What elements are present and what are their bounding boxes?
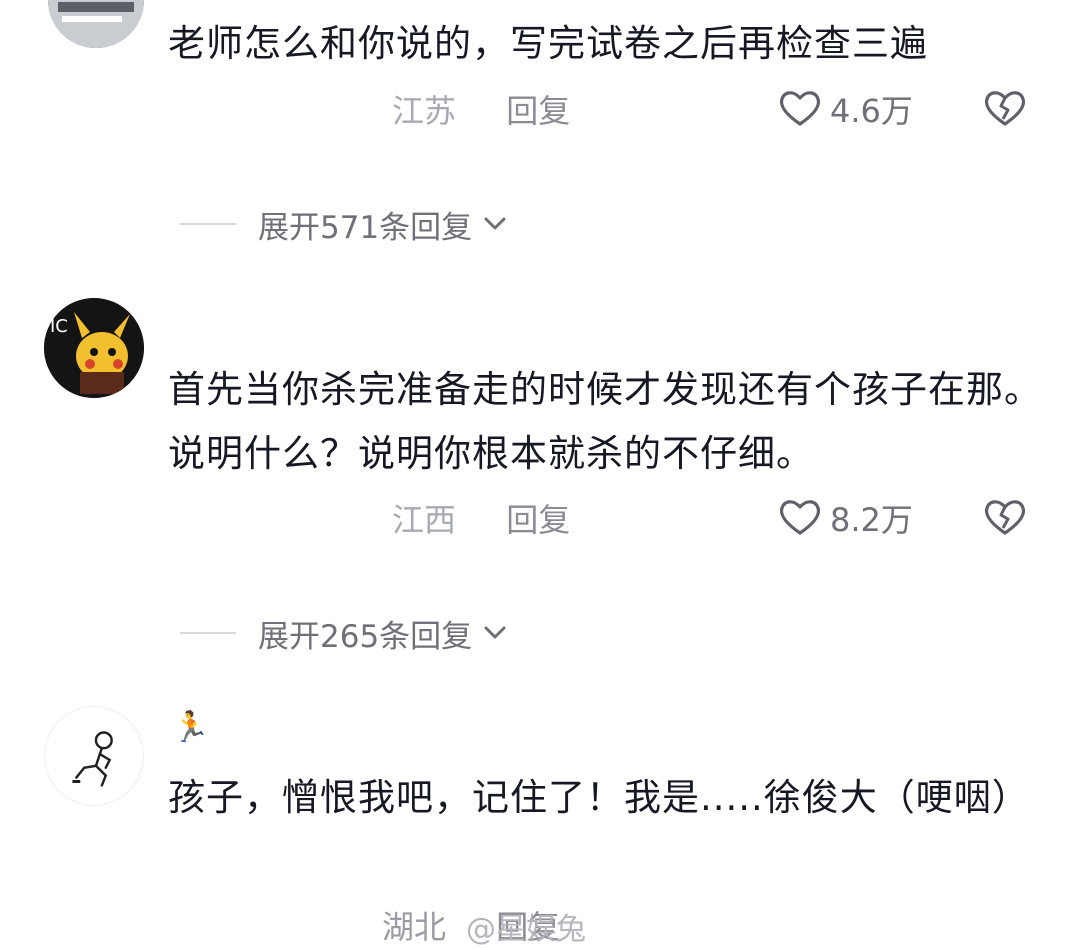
- avatar[interactable]: [44, 706, 144, 806]
- chevron-down-icon: [484, 626, 506, 639]
- expand-replies-label: 展开571条回复: [258, 209, 473, 246]
- divider-line: [180, 223, 236, 225]
- comment-location: 江苏: [392, 92, 457, 130]
- avatar-image: [48, 0, 144, 48]
- expand-replies-label: 展开265条回复: [258, 618, 473, 655]
- reply-button[interactable]: 回复: [506, 501, 570, 539]
- like-button[interactable]: [778, 86, 822, 130]
- like-count: 4.6万: [830, 92, 913, 130]
- avatar[interactable]: IC: [44, 298, 144, 398]
- dislike-button[interactable]: [982, 86, 1028, 130]
- comment-text: 孩子，憎恨我吧，记住了！我是.....徐俊大（哽咽）: [168, 776, 1030, 819]
- expand-replies-button[interactable]: 展开571条回复: [180, 204, 508, 246]
- comment-location: 江西: [392, 501, 457, 539]
- like-count: 8.2万: [830, 501, 913, 539]
- expand-replies-button[interactable]: 展开265条回复: [180, 613, 508, 655]
- watermark: @星娱兔: [466, 912, 586, 947]
- comment-location: 湖北: [382, 908, 447, 946]
- avatar-image: IC: [44, 298, 144, 398]
- like-button[interactable]: [778, 495, 822, 539]
- divider-line: [180, 632, 236, 634]
- heart-outline-icon: [779, 500, 821, 535]
- broken-heart-icon: [984, 91, 1026, 126]
- comment-meta: 江西 回复: [392, 495, 570, 541]
- chevron-down-icon: [484, 217, 506, 230]
- comment-text: 首先当你杀完准备走的时候才发现还有个孩子在那。说明什么？说明你根本就杀的不仔细。: [168, 368, 1042, 475]
- avatar[interactable]: [48, 0, 144, 48]
- dislike-button[interactable]: [982, 495, 1028, 539]
- heart-outline-icon: [779, 91, 821, 126]
- comment-text: 老师怎么和你说的，写完试卷之后再检查三遍: [168, 22, 928, 65]
- avatar-image: [72, 731, 113, 787]
- svg-text:IC: IC: [50, 316, 68, 337]
- reply-button[interactable]: 回复: [506, 92, 570, 130]
- username-emoji[interactable]: 🏃: [172, 708, 209, 748]
- comment-meta: 江苏 回复: [392, 86, 570, 132]
- broken-heart-icon: [984, 500, 1026, 535]
